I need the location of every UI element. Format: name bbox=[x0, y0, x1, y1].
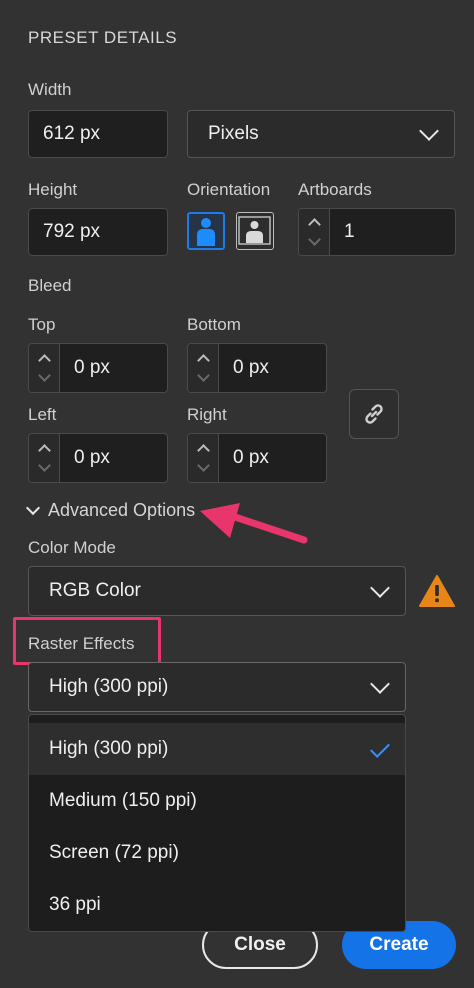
height-value: 792 px bbox=[43, 221, 101, 242]
chevron-down-icon[interactable] bbox=[307, 233, 321, 246]
orientation-label: Orientation bbox=[187, 180, 271, 199]
link-icon bbox=[365, 404, 383, 424]
height-label: Height bbox=[28, 180, 78, 199]
chevron-down-icon[interactable] bbox=[37, 369, 51, 382]
menu-item-medium[interactable]: Medium (150 ppi) bbox=[29, 775, 405, 827]
chevron-down-icon bbox=[25, 500, 41, 515]
color-mode-value: RGB Color bbox=[49, 580, 141, 601]
bleed-right-spin[interactable] bbox=[188, 434, 219, 482]
bleed-bottom-stepper[interactable]: 0 px bbox=[187, 343, 327, 393]
width-label: Width bbox=[28, 80, 72, 99]
bleed-top-stepper[interactable]: 0 px bbox=[28, 343, 168, 393]
chevron-down-icon[interactable] bbox=[196, 369, 210, 382]
chevron-down-icon bbox=[370, 674, 390, 694]
section-title: PRESET DETAILS bbox=[28, 28, 178, 47]
raster-effects-label: Raster Effects bbox=[28, 634, 135, 653]
checkmark-icon bbox=[370, 738, 390, 758]
chevron-up-icon[interactable] bbox=[307, 218, 321, 231]
link-bleed-button[interactable] bbox=[349, 389, 399, 439]
bleed-left-spin[interactable] bbox=[29, 434, 60, 482]
width-value: 612 px bbox=[43, 123, 101, 144]
landscape-button[interactable] bbox=[236, 212, 274, 250]
bleed-top-value: 0 px bbox=[74, 357, 110, 378]
bleed-right-stepper[interactable]: 0 px bbox=[187, 433, 327, 483]
artboards-value: 1 bbox=[344, 221, 355, 242]
chevron-up-icon[interactable] bbox=[37, 354, 51, 367]
landscape-icon bbox=[238, 216, 271, 245]
advanced-options-label: Advanced Options bbox=[48, 500, 196, 520]
menu-item-36[interactable]: 36 ppi bbox=[29, 879, 405, 931]
color-mode-select[interactable]: RGB Color bbox=[28, 566, 406, 616]
bleed-top-label: Top bbox=[28, 315, 56, 334]
bleed-left-stepper[interactable]: 0 px bbox=[28, 433, 168, 483]
chevron-down-icon bbox=[419, 121, 439, 141]
bleed-bottom-value: 0 px bbox=[233, 357, 269, 378]
menu-item-label: Screen (72 ppi) bbox=[49, 842, 179, 863]
chevron-down-icon bbox=[370, 578, 390, 598]
highlight-arrow bbox=[200, 503, 308, 544]
artboards-label: Artboards bbox=[298, 180, 372, 199]
bleed-label: Bleed bbox=[28, 276, 72, 295]
raster-effects-select[interactable]: High (300 ppi) bbox=[28, 662, 406, 712]
artboards-stepper[interactable]: 1 bbox=[298, 208, 456, 256]
width-input[interactable]: 612 px bbox=[28, 110, 168, 158]
chevron-up-icon[interactable] bbox=[196, 354, 210, 367]
menu-item-high[interactable]: High (300 ppi) bbox=[29, 723, 405, 775]
bleed-bottom-label: Bottom bbox=[187, 315, 241, 334]
chevron-up-icon[interactable] bbox=[196, 444, 210, 457]
chevron-down-icon[interactable] bbox=[37, 459, 51, 472]
portrait-icon bbox=[197, 218, 215, 246]
artboards-spin[interactable] bbox=[299, 209, 330, 255]
menu-item-label: High (300 ppi) bbox=[49, 738, 169, 759]
units-select[interactable]: Pixels bbox=[187, 110, 455, 158]
chevron-up-icon[interactable] bbox=[37, 444, 51, 457]
menu-item-label: Medium (150 ppi) bbox=[49, 790, 197, 811]
advanced-options-toggle[interactable]: Advanced Options bbox=[25, 500, 196, 521]
chevron-down-icon[interactable] bbox=[196, 459, 210, 472]
color-mode-label: Color Mode bbox=[28, 538, 116, 557]
bleed-bottom-spin[interactable] bbox=[188, 344, 219, 392]
raster-effects-menu: High (300 ppi) Medium (150 ppi) Screen (… bbox=[28, 714, 406, 932]
bleed-right-value: 0 px bbox=[233, 447, 269, 468]
bleed-left-label: Left bbox=[28, 405, 57, 424]
bleed-right-label: Right bbox=[187, 405, 227, 424]
bleed-left-value: 0 px bbox=[74, 447, 110, 468]
menu-item-screen[interactable]: Screen (72 ppi) bbox=[29, 827, 405, 879]
warning-icon[interactable] bbox=[419, 574, 455, 608]
raster-effects-value: High (300 ppi) bbox=[49, 676, 169, 697]
height-input[interactable]: 792 px bbox=[28, 208, 168, 256]
portrait-button[interactable] bbox=[187, 212, 225, 250]
menu-item-label: 36 ppi bbox=[49, 894, 101, 915]
bleed-top-spin[interactable] bbox=[29, 344, 60, 392]
units-value: Pixels bbox=[208, 123, 259, 144]
